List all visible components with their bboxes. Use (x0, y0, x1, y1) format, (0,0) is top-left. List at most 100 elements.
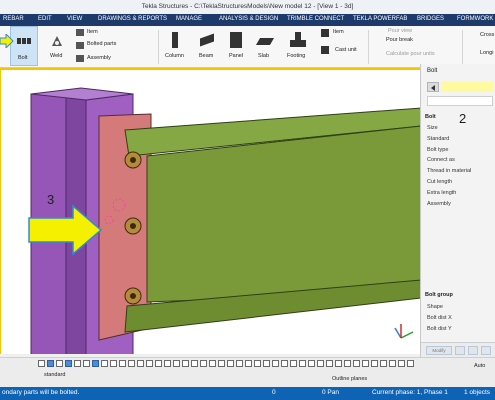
panel-highlight (441, 82, 493, 92)
menu-tekla-powerfab[interactable]: TEKLA POWERFAB (353, 16, 407, 22)
panel-button[interactable]: Panel (229, 53, 243, 59)
back-button[interactable] (427, 82, 439, 92)
snap-toggle[interactable] (362, 360, 369, 367)
properties-panel: Bolt 2 Bolt Size Standard Bolt type Conn… (420, 64, 495, 357)
menu-edit[interactable]: EDIT (38, 16, 52, 22)
pour-view-button[interactable]: Pour view (388, 28, 412, 34)
snap-toggle[interactable] (380, 360, 387, 367)
status-objects: 1 objects (464, 389, 491, 396)
snap-toggle[interactable] (218, 360, 225, 367)
prop-extra-length: Extra length (427, 190, 457, 196)
ribbon-separator (158, 30, 159, 64)
model-view-3d[interactable]: 3 (0, 68, 420, 354)
snap-toggle[interactable] (353, 360, 360, 367)
snap-toggle[interactable] (254, 360, 261, 367)
filter-button[interactable] (468, 346, 478, 355)
cast-unit-button[interactable]: Cast unit (335, 47, 357, 53)
snap-toggle[interactable] (344, 360, 351, 367)
assembly-button[interactable]: Assembly (87, 55, 111, 61)
snap-toggle[interactable] (65, 360, 72, 367)
snap-toggle[interactable] (191, 360, 198, 367)
snap-toggle[interactable] (119, 360, 126, 367)
ribbon-separator (368, 30, 369, 64)
snap-toggle[interactable] (326, 360, 333, 367)
modify-button[interactable]: Modify (426, 346, 452, 355)
snap-toggle[interactable] (110, 360, 117, 367)
snap-toggle[interactable] (263, 360, 270, 367)
snap-toggle[interactable] (236, 360, 243, 367)
prop-thread-in-material: Thread in material (427, 168, 472, 174)
snap-toggle[interactable] (308, 360, 315, 367)
snap-toggle[interactable] (209, 360, 216, 367)
snap-toggle[interactable] (173, 360, 180, 367)
snap-toggle[interactable] (74, 360, 81, 367)
standard-combo[interactable]: standard (44, 372, 65, 378)
snap-toggle[interactable] (56, 360, 63, 367)
pick-button[interactable] (455, 346, 465, 355)
column-button[interactable]: Column (165, 53, 184, 59)
item2-icon (321, 29, 329, 37)
calculate-pour-units-button[interactable]: Calculate pour units (386, 51, 435, 57)
snap-toggle[interactable] (38, 360, 45, 367)
snap-toggle[interactable] (128, 360, 135, 367)
panel-icon (230, 32, 242, 48)
snap-toggle[interactable] (47, 360, 54, 367)
snap-toggle[interactable] (146, 360, 153, 367)
snap-toggle[interactable] (101, 360, 108, 367)
auto-combo[interactable]: Auto (474, 363, 485, 369)
prop-shape: Shape (427, 304, 443, 310)
snap-toggle[interactable] (245, 360, 252, 367)
snap-toggle[interactable] (371, 360, 378, 367)
footing-button[interactable]: Footing (287, 53, 305, 59)
snap-toggle[interactable] (83, 360, 90, 367)
snap-toggle[interactable] (389, 360, 396, 367)
snap-toggle[interactable] (92, 360, 99, 367)
snap-toggle[interactable] (407, 360, 414, 367)
bottom-toolbar: standard Outline planes Auto (0, 357, 495, 387)
bolt-marker (124, 287, 142, 305)
menu-manage[interactable]: MANAGE (176, 16, 202, 22)
menu-drawings-reports[interactable]: DRAWINGS & REPORTS (98, 16, 167, 22)
snap-toggle[interactable] (281, 360, 288, 367)
pour-break-button[interactable]: Pour break (386, 37, 413, 43)
bolted-parts-button[interactable]: Bolted parts (87, 41, 116, 47)
item-button[interactable]: Item (87, 29, 98, 35)
status-message: ondary parts will be bolted. (2, 389, 80, 396)
snap-toggle[interactable] (227, 360, 234, 367)
prop-assembly: Assembly (427, 201, 451, 207)
snap-toggle[interactable] (299, 360, 306, 367)
options-button[interactable] (481, 346, 491, 355)
snap-toggle[interactable] (398, 360, 405, 367)
menu-view[interactable]: VIEW (67, 16, 82, 22)
menu-bridges[interactable]: BRIDGES (417, 16, 444, 22)
snap-toggle[interactable] (155, 360, 162, 367)
bolt-group-section-header[interactable]: Bolt group (425, 292, 453, 298)
weld-button[interactable]: Weld (50, 53, 62, 59)
cross-button[interactable]: Cross (480, 32, 494, 38)
prop-connect-as: Connect as (427, 157, 455, 163)
menu-analysis-design[interactable]: ANALYSIS & DESIGN (219, 16, 278, 22)
snap-toggle[interactable] (137, 360, 144, 367)
snap-toggle[interactable] (335, 360, 342, 367)
bolt-label: Bolt (18, 55, 28, 61)
axis-gizmo (394, 324, 414, 339)
item2-button[interactable]: Item (333, 29, 344, 35)
prop-bolt-dist-x: Bolt dist X (427, 315, 452, 321)
snap-toggle[interactable] (182, 360, 189, 367)
snap-toggle[interactable] (272, 360, 279, 367)
snap-toggle[interactable] (290, 360, 297, 367)
outline-planes-combo[interactable]: Outline planes (332, 376, 367, 382)
search-field[interactable] (427, 96, 493, 106)
snap-toggle[interactable] (200, 360, 207, 367)
slab-button[interactable]: Slab (258, 53, 269, 59)
longi-button[interactable]: Longi (480, 50, 493, 56)
menu-trimble-connect[interactable]: TRIMBLE CONNECT (287, 16, 344, 22)
bolt-section-header[interactable]: Bolt (425, 114, 436, 120)
snap-toggle[interactable] (164, 360, 171, 367)
snap-toggle[interactable] (317, 360, 324, 367)
beam-button[interactable]: Beam (199, 53, 213, 59)
menu-rebar[interactable]: REBAR (3, 16, 24, 22)
menu-formwork[interactable]: FORMWORK (457, 16, 493, 22)
footing-icon (290, 32, 306, 48)
bolt-marker (124, 151, 142, 169)
